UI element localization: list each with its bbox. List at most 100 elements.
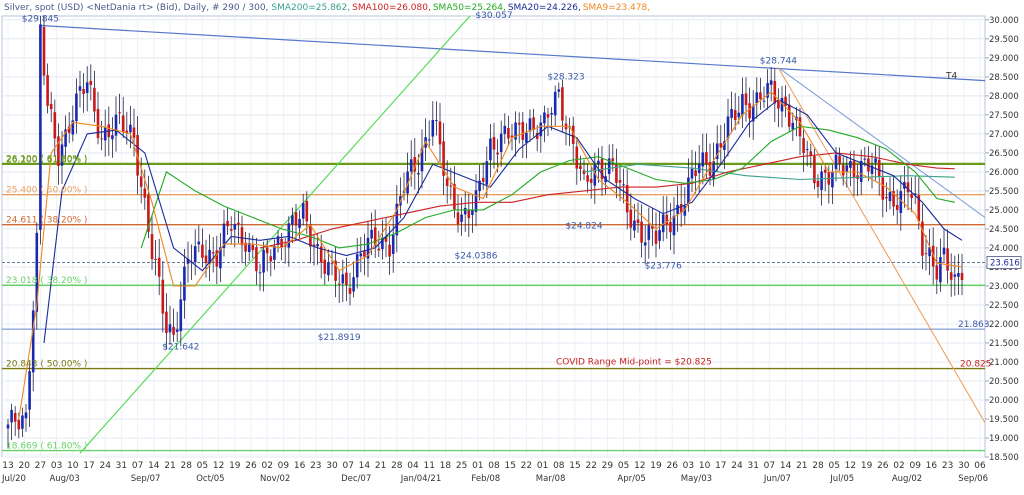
x-tick-label: 14 (780, 461, 792, 471)
y-tick-label: 30.000 (989, 16, 1019, 26)
x-tick-label: 03 (683, 461, 694, 471)
candle-body (705, 152, 708, 165)
x-tick-label: 21 (375, 461, 386, 471)
candle-body (39, 24, 42, 230)
x-tick-label: 30 (326, 461, 338, 471)
candle-body (834, 154, 838, 169)
candle-body (647, 225, 651, 240)
x-tick-label: 23 (942, 461, 953, 471)
candle-body (316, 244, 319, 247)
candle-body (211, 252, 215, 254)
candle-body (690, 168, 694, 179)
y-tick-label: 25.000 (989, 206, 1019, 216)
candle-body (787, 104, 791, 127)
candle-body (823, 169, 827, 173)
indicator-label: SMA20=24.226, (508, 3, 581, 13)
x-tick-label: 15 (569, 461, 580, 471)
x-tick-label: 07 (132, 461, 143, 471)
x-tick-label: 02 (261, 461, 272, 471)
x-month-label: Dec/07 (341, 474, 371, 484)
candle-body (957, 272, 960, 277)
x-tick-label: 07 (342, 461, 353, 471)
price-tag-label: 23.616 (990, 259, 1020, 269)
y-tick-label: 19.500 (989, 415, 1019, 425)
candle-body (949, 272, 953, 280)
candle-body (197, 241, 201, 245)
y-tick-label: 28.000 (989, 92, 1019, 102)
candle-body (129, 124, 132, 133)
candle-body (539, 122, 543, 137)
price-annotation: $21.642 (162, 343, 199, 353)
candle-body (53, 112, 57, 139)
candle-body (532, 117, 535, 131)
candle-body (352, 277, 355, 292)
x-tick-label: 06 (974, 461, 986, 471)
x-tick-label: 27 (35, 461, 46, 471)
candle-body (240, 227, 244, 246)
x-month-label: May/03 (681, 474, 712, 484)
x-tick-label: 08 (553, 461, 565, 471)
candle-body (154, 258, 157, 260)
x-tick-label: 08 (488, 461, 500, 471)
candle-body (633, 220, 636, 231)
candle-body (575, 146, 579, 169)
candle-body (622, 184, 625, 186)
candle-body (863, 158, 867, 160)
x-tick-label: 09 (909, 461, 921, 471)
x-tick-label: 26 (666, 461, 678, 471)
candle-body (924, 253, 928, 255)
candle-body (888, 192, 892, 202)
x-tick-label: 30 (958, 461, 970, 471)
candle-body (643, 242, 647, 246)
x-tick-label: 19 (861, 461, 873, 471)
candle-body (748, 103, 751, 119)
candle-body (157, 257, 161, 277)
candle-body (841, 165, 845, 176)
candle-body (615, 163, 618, 183)
x-tick-label: 19 (650, 461, 662, 471)
candle-body (521, 122, 525, 140)
candle-body (75, 93, 78, 122)
x-tick-label: 22 (521, 461, 532, 471)
candle-body (496, 152, 499, 155)
candle-body (435, 120, 438, 122)
candle-body (499, 133, 503, 152)
price-annotation: $23.776 (645, 261, 682, 271)
y-tick-label: 22.500 (989, 301, 1019, 311)
candle-body (251, 245, 255, 251)
y-tick-label: 25.500 (989, 187, 1019, 197)
candle-body (589, 178, 593, 183)
y-tick-label: 29.500 (989, 35, 1019, 45)
candle-body (492, 136, 496, 150)
candle-body (6, 424, 10, 429)
x-tick-label: 16 (294, 461, 306, 471)
y-tick-label: 24.000 (989, 244, 1019, 254)
x-month-label: Jan/04/21 (400, 474, 441, 484)
x-month-label: Jun/07 (763, 474, 791, 484)
x-month-label: Feb/08 (471, 474, 500, 484)
y-tick-label: 26.500 (989, 149, 1019, 159)
candle-body (46, 75, 49, 106)
candle-body (388, 244, 391, 257)
x-tick-label: 14 (148, 461, 160, 471)
candle-body (802, 138, 805, 154)
candle-body (193, 246, 197, 263)
candle-body (337, 283, 341, 285)
candle-body (910, 194, 913, 199)
candle-body (291, 215, 294, 225)
candle-body (877, 159, 881, 177)
x-tick-label: 26 (245, 461, 257, 471)
covid-midpoint-value: 20.825 (960, 360, 992, 370)
candle-body (175, 329, 179, 332)
candle-body (409, 159, 413, 172)
x-month-label: Mar/08 (536, 474, 566, 484)
y-tick-label: 27.000 (989, 130, 1019, 140)
y-tick-label: 21.000 (989, 358, 1019, 368)
x-tick-label: 12 (634, 461, 645, 471)
candle-body (525, 132, 528, 143)
candle-body (507, 127, 510, 139)
candle-body (204, 255, 208, 264)
candle-body (201, 244, 204, 258)
indicator-label: SMA200=25.862, (271, 3, 350, 13)
candle-body (744, 93, 748, 105)
